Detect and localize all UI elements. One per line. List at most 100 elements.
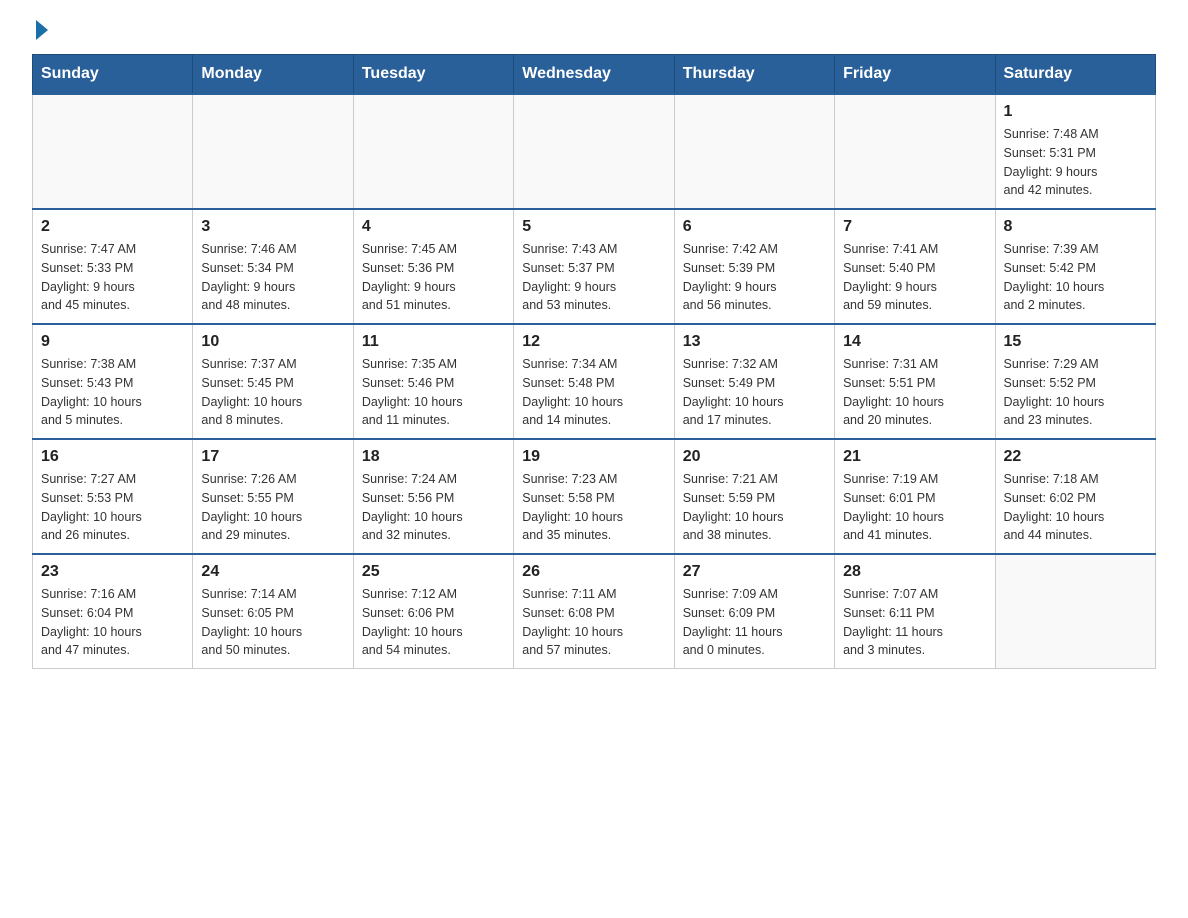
day-number: 11 bbox=[362, 333, 505, 351]
day-info: Sunrise: 7:32 AMSunset: 5:49 PMDaylight:… bbox=[683, 355, 826, 430]
day-number: 25 bbox=[362, 563, 505, 581]
calendar-cell: 1Sunrise: 7:48 AMSunset: 5:31 PMDaylight… bbox=[995, 94, 1155, 209]
calendar-cell: 8 Sunrise: 7:39 AMSunset: 5:42 PMDaylight… bbox=[995, 209, 1155, 324]
day-info: Sunrise: 7:21 AMSunset: 5:59 PMDaylight:… bbox=[683, 470, 826, 545]
day-number: 2 bbox=[41, 218, 184, 236]
logo-arrow-icon bbox=[36, 20, 48, 40]
calendar-cell: 5 Sunrise: 7:43 AMSunset: 5:37 PMDaylight… bbox=[514, 209, 674, 324]
day-number: 19 bbox=[522, 448, 665, 466]
day-info: Sunrise: 7:27 AMSunset: 5:53 PMDaylight:… bbox=[41, 470, 184, 545]
calendar-cell bbox=[514, 94, 674, 209]
day-info: Sunrise: 7:11 AMSunset: 6:08 PMDaylight:… bbox=[522, 585, 665, 660]
weekday-header-saturday: Saturday bbox=[995, 55, 1155, 95]
day-number: 9 bbox=[41, 333, 184, 351]
day-number: 7 bbox=[843, 218, 986, 236]
day-info: Sunrise: 7:07 AMSunset: 6:11 PMDaylight:… bbox=[843, 585, 986, 660]
day-info: Sunrise: 7:39 AMSunset: 5:42 PMDaylight:… bbox=[1004, 240, 1147, 315]
calendar-cell: 23 Sunrise: 7:16 AMSunset: 6:04 PMDayligh… bbox=[33, 554, 193, 669]
weekday-header-tuesday: Tuesday bbox=[353, 55, 513, 95]
calendar-week-row-5: 23 Sunrise: 7:16 AMSunset: 6:04 PMDayligh… bbox=[33, 554, 1156, 669]
calendar-cell: 19 Sunrise: 7:23 AMSunset: 5:58 PMDayligh… bbox=[514, 439, 674, 554]
calendar-cell bbox=[835, 94, 995, 209]
day-number: 23 bbox=[41, 563, 184, 581]
calendar-header-row: SundayMondayTuesdayWednesdayThursdayFrid… bbox=[33, 55, 1156, 95]
day-number: 21 bbox=[843, 448, 986, 466]
day-info: Sunrise: 7:26 AMSunset: 5:55 PMDaylight:… bbox=[201, 470, 344, 545]
day-info: Sunrise: 7:35 AMSunset: 5:46 PMDaylight:… bbox=[362, 355, 505, 430]
day-info: Sunrise: 7:14 AMSunset: 6:05 PMDaylight:… bbox=[201, 585, 344, 660]
weekday-header-sunday: Sunday bbox=[33, 55, 193, 95]
calendar-cell: 12Sunrise: 7:34 AMSunset: 5:48 PMDayligh… bbox=[514, 324, 674, 439]
page-header bbox=[32, 24, 1156, 38]
day-number: 16 bbox=[41, 448, 184, 466]
weekday-header-friday: Friday bbox=[835, 55, 995, 95]
day-number: 22 bbox=[1004, 448, 1147, 466]
weekday-header-wednesday: Wednesday bbox=[514, 55, 674, 95]
day-info: Sunrise: 7:31 AMSunset: 5:51 PMDaylight:… bbox=[843, 355, 986, 430]
day-info: Sunrise: 7:43 AMSunset: 5:37 PMDaylight:… bbox=[522, 240, 665, 315]
day-number: 4 bbox=[362, 218, 505, 236]
calendar-week-row-1: 1Sunrise: 7:48 AMSunset: 5:31 PMDaylight… bbox=[33, 94, 1156, 209]
calendar-cell: 9 Sunrise: 7:38 AMSunset: 5:43 PMDaylight… bbox=[33, 324, 193, 439]
day-number: 15 bbox=[1004, 333, 1147, 351]
calendar-cell: 11 Sunrise: 7:35 AMSunset: 5:46 PMDayligh… bbox=[353, 324, 513, 439]
calendar-cell bbox=[33, 94, 193, 209]
day-number: 24 bbox=[201, 563, 344, 581]
day-info: Sunrise: 7:23 AMSunset: 5:58 PMDaylight:… bbox=[522, 470, 665, 545]
calendar-cell: 10 Sunrise: 7:37 AMSunset: 5:45 PMDayligh… bbox=[193, 324, 353, 439]
day-number: 6 bbox=[683, 218, 826, 236]
day-info: Sunrise: 7:37 AMSunset: 5:45 PMDaylight:… bbox=[201, 355, 344, 430]
day-number: 18 bbox=[362, 448, 505, 466]
calendar-cell: 20 Sunrise: 7:21 AMSunset: 5:59 PMDayligh… bbox=[674, 439, 834, 554]
day-number: 17 bbox=[201, 448, 344, 466]
calendar-cell bbox=[353, 94, 513, 209]
calendar-week-row-4: 16 Sunrise: 7:27 AMSunset: 5:53 PMDayligh… bbox=[33, 439, 1156, 554]
calendar-cell: 16 Sunrise: 7:27 AMSunset: 5:53 PMDayligh… bbox=[33, 439, 193, 554]
calendar-cell: 21 Sunrise: 7:19 AMSunset: 6:01 PMDayligh… bbox=[835, 439, 995, 554]
day-info: Sunrise: 7:12 AMSunset: 6:06 PMDaylight:… bbox=[362, 585, 505, 660]
calendar-cell: 7 Sunrise: 7:41 AMSunset: 5:40 PMDaylight… bbox=[835, 209, 995, 324]
day-info: Sunrise: 7:45 AMSunset: 5:36 PMDaylight:… bbox=[362, 240, 505, 315]
calendar-cell: 14 Sunrise: 7:31 AMSunset: 5:51 PMDayligh… bbox=[835, 324, 995, 439]
calendar-cell: 6 Sunrise: 7:42 AMSunset: 5:39 PMDaylight… bbox=[674, 209, 834, 324]
calendar-cell: 2 Sunrise: 7:47 AMSunset: 5:33 PMDaylight… bbox=[33, 209, 193, 324]
day-number: 5 bbox=[522, 218, 665, 236]
day-info: Sunrise: 7:42 AMSunset: 5:39 PMDaylight:… bbox=[683, 240, 826, 315]
calendar-cell: 27 Sunrise: 7:09 AMSunset: 6:09 PMDayligh… bbox=[674, 554, 834, 669]
day-info: Sunrise: 7:46 AMSunset: 5:34 PMDaylight:… bbox=[201, 240, 344, 315]
weekday-header-monday: Monday bbox=[193, 55, 353, 95]
calendar-cell bbox=[193, 94, 353, 209]
calendar-cell bbox=[995, 554, 1155, 669]
day-info: Sunrise: 7:09 AMSunset: 6:09 PMDaylight:… bbox=[683, 585, 826, 660]
day-number: 13 bbox=[683, 333, 826, 351]
day-info: Sunrise: 7:38 AMSunset: 5:43 PMDaylight:… bbox=[41, 355, 184, 430]
day-info: Sunrise: 7:41 AMSunset: 5:40 PMDaylight:… bbox=[843, 240, 986, 315]
logo bbox=[32, 24, 48, 38]
day-info: Sunrise: 7:16 AMSunset: 6:04 PMDaylight:… bbox=[41, 585, 184, 660]
day-number: 10 bbox=[201, 333, 344, 351]
day-info: Sunrise: 7:48 AMSunset: 5:31 PMDaylight:… bbox=[1004, 125, 1147, 200]
day-info: Sunrise: 7:24 AMSunset: 5:56 PMDaylight:… bbox=[362, 470, 505, 545]
calendar-cell: 4 Sunrise: 7:45 AMSunset: 5:36 PMDaylight… bbox=[353, 209, 513, 324]
day-info: Sunrise: 7:47 AMSunset: 5:33 PMDaylight:… bbox=[41, 240, 184, 315]
day-number: 8 bbox=[1004, 218, 1147, 236]
calendar-week-row-3: 9 Sunrise: 7:38 AMSunset: 5:43 PMDaylight… bbox=[33, 324, 1156, 439]
day-info: Sunrise: 7:19 AMSunset: 6:01 PMDaylight:… bbox=[843, 470, 986, 545]
calendar-week-row-2: 2 Sunrise: 7:47 AMSunset: 5:33 PMDaylight… bbox=[33, 209, 1156, 324]
day-number: 27 bbox=[683, 563, 826, 581]
day-number: 20 bbox=[683, 448, 826, 466]
day-info: Sunrise: 7:18 AMSunset: 6:02 PMDaylight:… bbox=[1004, 470, 1147, 545]
day-number: 26 bbox=[522, 563, 665, 581]
calendar-table: SundayMondayTuesdayWednesdayThursdayFrid… bbox=[32, 54, 1156, 669]
calendar-cell: 28 Sunrise: 7:07 AMSunset: 6:11 PMDayligh… bbox=[835, 554, 995, 669]
calendar-cell: 15 Sunrise: 7:29 AMSunset: 5:52 PMDayligh… bbox=[995, 324, 1155, 439]
day-number: 28 bbox=[843, 563, 986, 581]
calendar-cell: 26 Sunrise: 7:11 AMSunset: 6:08 PMDayligh… bbox=[514, 554, 674, 669]
calendar-cell: 3Sunrise: 7:46 AMSunset: 5:34 PMDaylight… bbox=[193, 209, 353, 324]
day-info: Sunrise: 7:29 AMSunset: 5:52 PMDaylight:… bbox=[1004, 355, 1147, 430]
day-number: 14 bbox=[843, 333, 986, 351]
calendar-cell: 13 Sunrise: 7:32 AMSunset: 5:49 PMDayligh… bbox=[674, 324, 834, 439]
calendar-cell: 18 Sunrise: 7:24 AMSunset: 5:56 PMDayligh… bbox=[353, 439, 513, 554]
calendar-cell: 17 Sunrise: 7:26 AMSunset: 5:55 PMDayligh… bbox=[193, 439, 353, 554]
calendar-cell: 24 Sunrise: 7:14 AMSunset: 6:05 PMDayligh… bbox=[193, 554, 353, 669]
